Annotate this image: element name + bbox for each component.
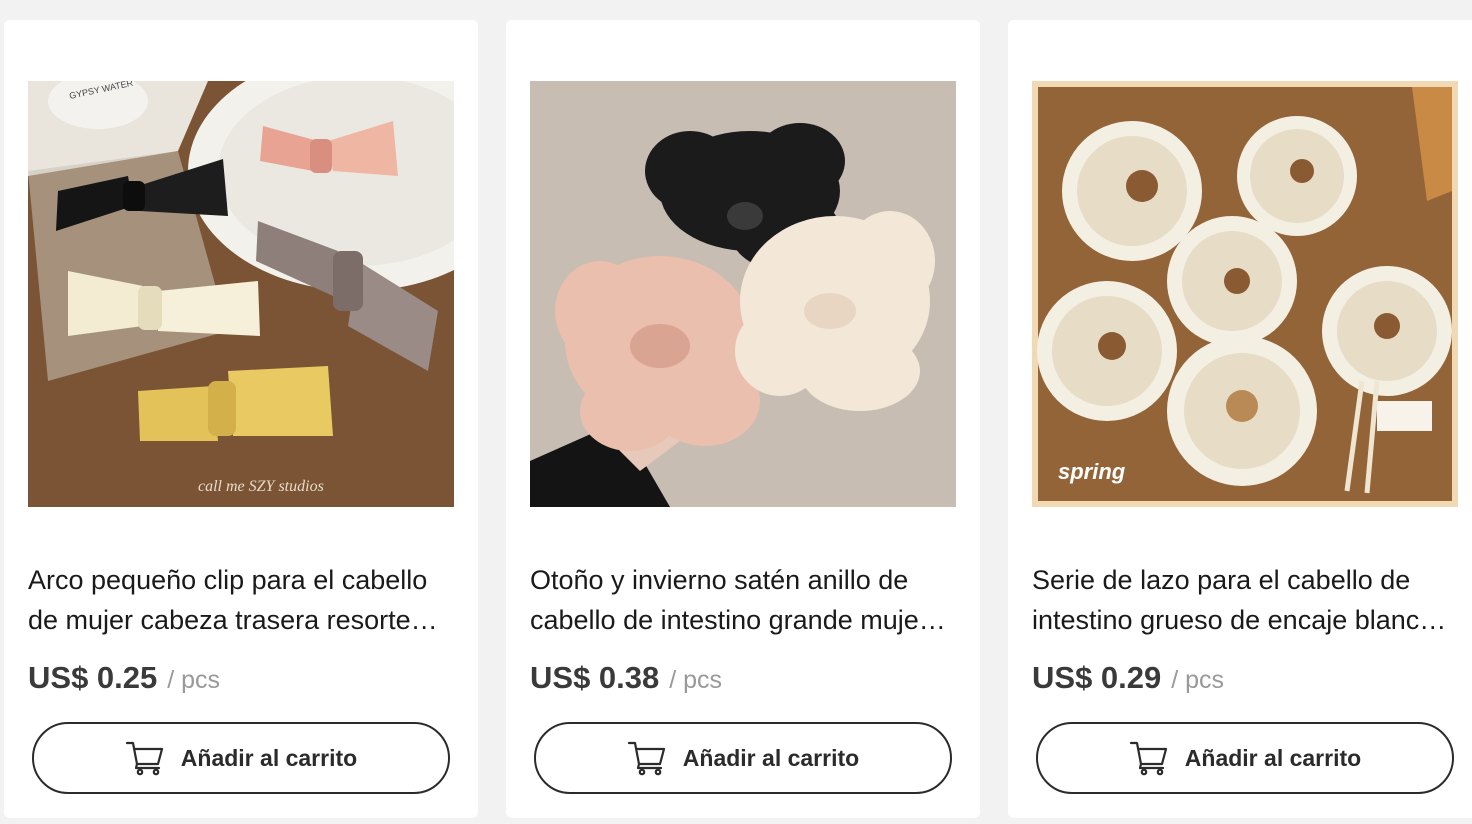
add-to-cart-label: Añadir al carrito [682,744,860,771]
product-card[interactable]: Otoño y invierno satén anillo de cabello… [506,20,980,818]
product-image-lace-scrunchies[interactable]: spring [1032,81,1458,507]
product-price: US$ 0.38 [530,660,660,695]
product-card[interactable]: spring Serie de lazo para el cabello de … [1008,20,1472,818]
price-row: US$ 0.25 / pcs [28,660,220,700]
product-title[interactable]: Arco pequeño clip para el cabello de muj… [28,560,456,640]
product-title[interactable]: Serie de lazo para el cabello de intesti… [1032,560,1460,640]
image-watermark: call me SZY studios [198,478,324,495]
product-price: US$ 0.29 [1032,660,1162,695]
product-image-satin-scrunchies[interactable] [530,81,956,507]
product-title[interactable]: Otoño y invierno satén anillo de cabello… [530,560,958,640]
add-to-cart-label: Añadir al carrito [1184,744,1362,771]
cart-icon [627,740,667,776]
product-grid: GYPSY WATER call me SZY studios Arco peq… [0,0,1472,824]
cart-icon [125,740,165,776]
price-unit: / pcs [1171,666,1225,694]
product-image-bows[interactable]: GYPSY WATER call me SZY studios [28,81,454,507]
add-to-cart-button[interactable]: Añadir al carrito [534,722,952,794]
product-card[interactable]: GYPSY WATER call me SZY studios Arco peq… [4,20,478,818]
product-price: US$ 0.25 [28,660,158,695]
add-to-cart-button[interactable]: Añadir al carrito [1036,722,1454,794]
price-row: US$ 0.29 / pcs [1032,660,1224,700]
add-to-cart-button[interactable]: Añadir al carrito [32,722,450,794]
image-caption: spring [1058,459,1126,484]
add-to-cart-label: Añadir al carrito [180,744,358,771]
price-unit: / pcs [669,666,723,694]
price-row: US$ 0.38 / pcs [530,660,722,700]
cart-icon [1129,740,1169,776]
price-unit: / pcs [167,666,221,694]
